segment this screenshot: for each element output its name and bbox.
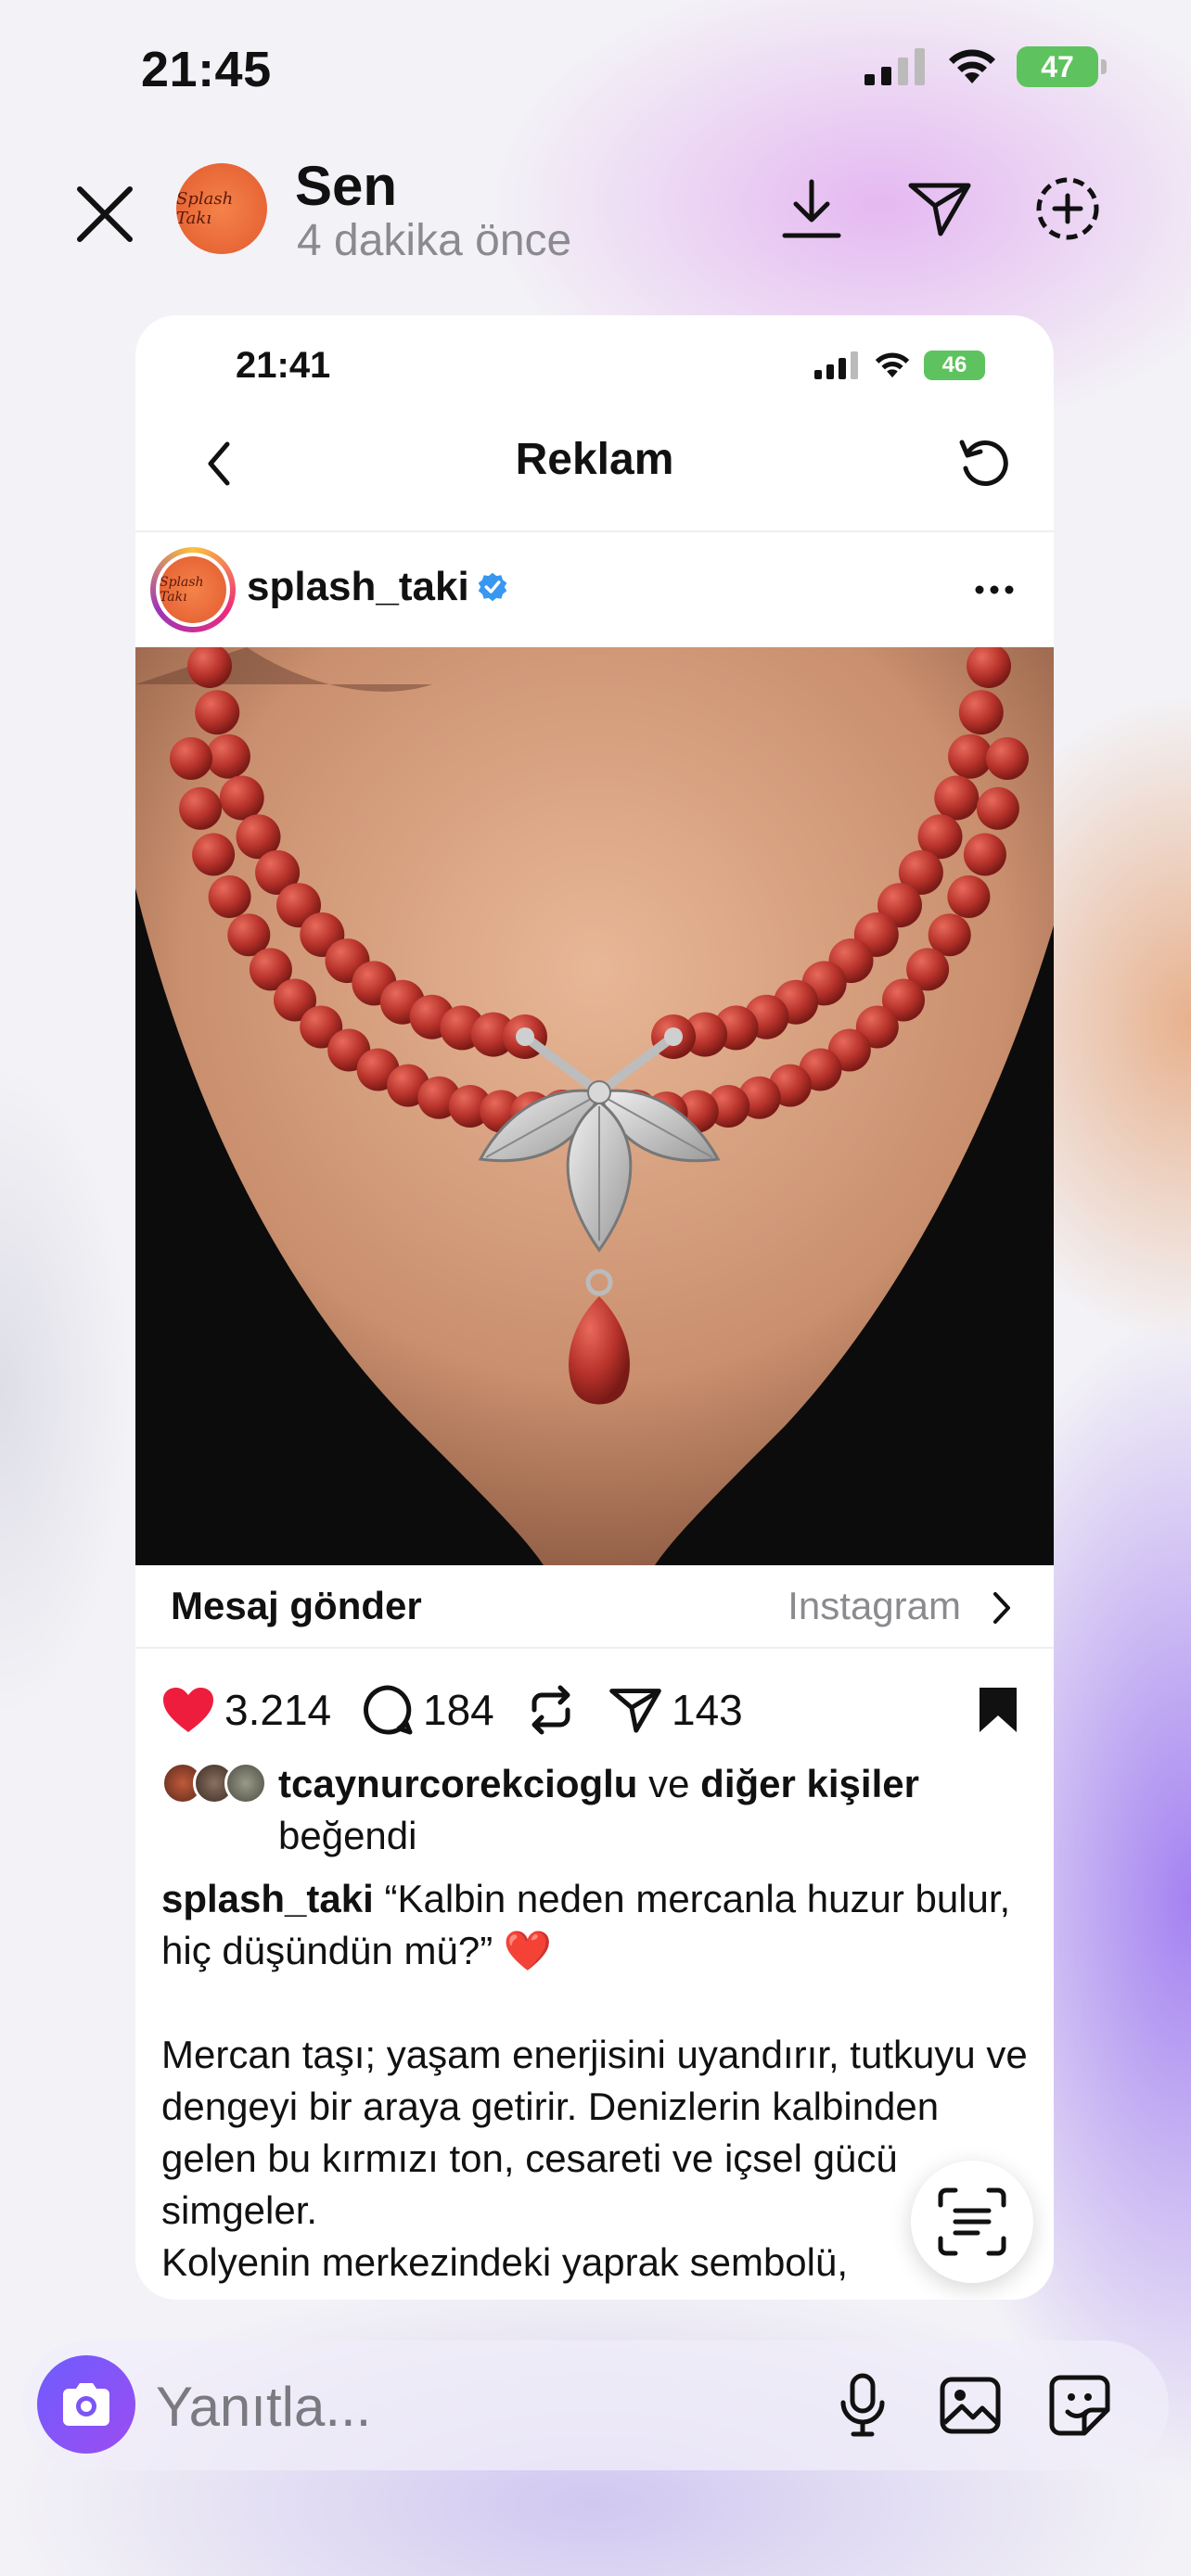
inner-status-time: 21:41	[236, 345, 331, 386]
comments-count: 184	[423, 1686, 494, 1734]
close-button[interactable]	[63, 172, 147, 256]
send-icon	[908, 183, 971, 236]
shares-count: 143	[672, 1686, 743, 1734]
page-title: Reklam	[515, 435, 674, 484]
caption-username[interactable]: splash_taki	[161, 1877, 374, 1920]
liked-by-suffix: beğendi	[278, 1814, 417, 1857]
microphone-button[interactable]	[826, 2368, 900, 2442]
coral-bead	[934, 775, 980, 821]
coral-bead	[195, 690, 240, 735]
timestamp: 4 dakika önce	[297, 216, 572, 265]
battery-icon: 47	[1017, 46, 1107, 87]
platform-label: Instagram	[788, 1584, 961, 1627]
send-message-row[interactable]: Mesaj gönder Instagram	[135, 1565, 1054, 1649]
close-icon	[77, 186, 133, 242]
avatar[interactable]: Splash Takı	[176, 163, 267, 254]
send-message-link[interactable]: Mesaj gönder	[171, 1584, 422, 1628]
coral-bead	[976, 786, 1019, 830]
sticker-icon	[1049, 2375, 1110, 2436]
liked-by-text: tcaynurcorekcioglu ve diğer kişiler	[278, 1758, 1033, 1810]
caption-line: Kolyenin merkezindeki yaprak sembolü,	[161, 2240, 849, 2284]
avatar-logo-text: Splash Takı	[176, 189, 234, 228]
status-icons: 47	[864, 46, 1107, 87]
divider	[135, 530, 1054, 532]
refresh-button[interactable]	[946, 425, 1020, 499]
bookmark-icon	[980, 1688, 1017, 1732]
coral-bead	[963, 833, 1006, 876]
gallery-button[interactable]	[933, 2368, 1007, 2442]
inner-status-icons: 46	[814, 351, 985, 380]
like-button[interactable]: 3.214	[161, 1673, 331, 1747]
share-button[interactable]	[898, 167, 981, 250]
send-post-button[interactable]: 143	[608, 1673, 743, 1747]
coral-necklace-image	[135, 647, 1054, 1565]
signal-icon	[814, 351, 858, 379]
camera-button[interactable]	[37, 2355, 135, 2454]
refresh-icon	[959, 440, 1008, 486]
wifi-icon	[949, 49, 995, 83]
caption-line: Mercan taşı; yaşam enerjisini uyandırır,…	[161, 2033, 1028, 2232]
battery-level: 47	[1041, 49, 1074, 83]
add-story-icon	[1036, 177, 1099, 240]
wifi-icon	[875, 352, 910, 378]
signal-icon	[864, 48, 925, 85]
download-icon	[782, 179, 841, 238]
coral-bead	[958, 690, 1004, 735]
coral-bead	[179, 786, 223, 830]
liked-by-and: ve	[648, 1762, 690, 1805]
send-icon	[609, 1689, 661, 1733]
post-username[interactable]: splash_taki	[247, 564, 508, 610]
battery-icon: 46	[924, 351, 985, 380]
liked-by-others[interactable]: diğer kişiler	[700, 1762, 919, 1805]
post-avatar[interactable]: Splash Takı	[150, 547, 236, 632]
coral-bead	[208, 875, 251, 918]
sender-name[interactable]: Sen	[295, 154, 397, 218]
visual-lookup-button[interactable]	[911, 2161, 1033, 2283]
coral-bead	[205, 733, 250, 779]
more-options-button[interactable]	[957, 564, 1031, 616]
post-actions: 3.214 184 143	[135, 1673, 1054, 1747]
username-text: splash_taki	[247, 564, 469, 609]
more-icon	[975, 585, 1014, 594]
liker-avatar	[224, 1762, 267, 1804]
sticker-button[interactable]	[1043, 2368, 1117, 2442]
microphone-icon	[840, 2373, 885, 2437]
camera-icon	[63, 2383, 109, 2426]
verified-badge-icon	[478, 572, 506, 602]
liker-username[interactable]: tcaynurcorekcioglu	[278, 1762, 637, 1805]
repost-icon	[531, 1685, 570, 1735]
liked-by[interactable]: tcaynurcorekcioglu ve diğer kişiler beğe…	[161, 1758, 1033, 1862]
coral-bead	[192, 833, 236, 876]
add-to-story-button[interactable]	[1026, 167, 1109, 250]
coral-bead	[948, 733, 993, 779]
download-button[interactable]	[770, 167, 853, 250]
comment-button[interactable]: 184	[362, 1673, 494, 1747]
coral-bead	[219, 775, 264, 821]
coral-bead	[947, 875, 991, 918]
liker-avatars	[161, 1762, 273, 1806]
coral-bead	[170, 737, 212, 780]
text-scan-icon	[938, 2187, 1006, 2256]
post-image[interactable]	[135, 647, 1054, 1565]
likes-count: 3.214	[224, 1686, 332, 1734]
reply-bar	[22, 2340, 1169, 2470]
avatar-logo-text: Splash Takı	[160, 556, 226, 623]
shared-post-card[interactable]: 21:41 46 Reklam Splash Takı splash_taki	[135, 315, 1054, 2300]
reply-input[interactable]	[156, 2374, 712, 2439]
battery-level: 46	[941, 352, 967, 377]
save-button[interactable]	[970, 1673, 1026, 1747]
comment-icon	[364, 1685, 413, 1735]
heart-icon	[163, 1688, 213, 1732]
image-icon	[940, 2377, 1001, 2434]
repost-button[interactable]	[525, 1673, 577, 1747]
status-time: 21:45	[141, 42, 272, 97]
chevron-right-icon	[983, 1588, 1020, 1628]
coral-bead	[986, 737, 1029, 780]
